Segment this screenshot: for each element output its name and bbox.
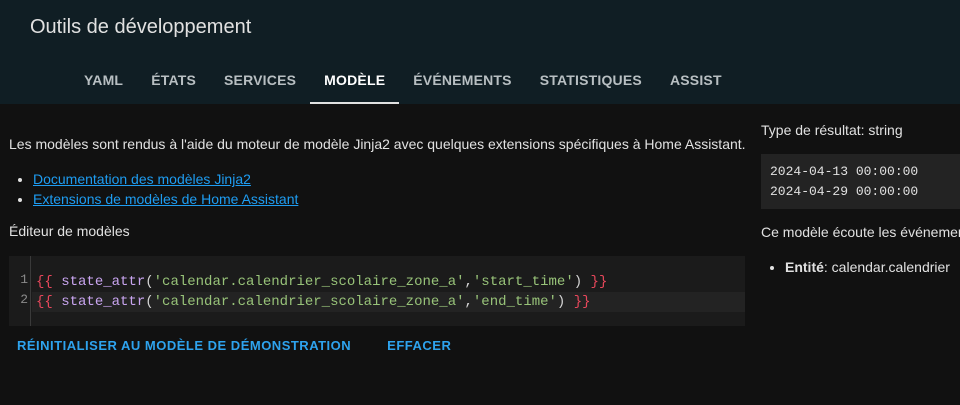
result-line: 2024-04-13 00:00:00 <box>770 164 919 179</box>
clear-button[interactable]: EFFACER <box>379 332 459 359</box>
result-output: 2024-04-13 00:00:00 2024-04-29 00:00:00 <box>761 154 960 209</box>
list-item: Entité: calendar.calendrier <box>785 259 950 275</box>
tab-yaml[interactable]: YAML <box>70 56 137 104</box>
template-open-brace: {{ <box>36 294 53 310</box>
template-open-brace: {{ <box>36 274 53 290</box>
page-title: Outils de développement <box>30 16 252 38</box>
tab-assist[interactable]: ASSIST <box>656 56 736 104</box>
result-line: 2024-04-29 00:00:00 <box>770 184 919 199</box>
listened-entities: Entité: calendar.calendrier <box>785 259 950 275</box>
template-close-brace: }} <box>590 274 608 290</box>
string-arg: 'start_time' <box>472 274 574 290</box>
comma: , <box>464 294 473 310</box>
code-line[interactable]: {{ state_attr('calendar.calendrier_scola… <box>36 272 607 292</box>
tab-bar: YAML ÉTATS SERVICES MODÈLE ÉVÉNEMENTS ST… <box>70 56 736 104</box>
template-editor-panel: Les modèles sont rendus à l'aide du mote… <box>0 104 755 405</box>
result-type-label: Type de résultat: string <box>761 122 903 138</box>
tab-template[interactable]: MODÈLE <box>310 56 400 104</box>
jinja2-docs-link[interactable]: Documentation des modèles Jinja2 <box>33 171 251 187</box>
tab-states[interactable]: ÉTATS <box>137 56 210 104</box>
editor-heading: Éditeur de modèles <box>9 223 130 239</box>
line-number: 2 <box>20 292 28 307</box>
line-number: 1 <box>20 272 28 287</box>
reset-to-demo-button[interactable]: RÉINITIALISER AU MODÈLE DE DÉMONSTRATION <box>9 332 359 359</box>
code-line-active[interactable]: {{ state_attr('calendar.calendrier_scola… <box>32 292 745 312</box>
top-app-bar: Outils de développement YAML ÉTATS SERVI… <box>0 0 960 104</box>
comma: , <box>464 274 473 290</box>
documentation-links: Documentation des modèles Jinja2 Extensi… <box>33 169 298 209</box>
entity-label: Entité <box>785 259 824 275</box>
line-number-gutter: 1 2 <box>9 256 31 326</box>
editor-actions: RÉINITIALISER AU MODÈLE DE DÉMONSTRATION… <box>9 332 459 359</box>
paren: ( <box>145 294 154 310</box>
paren: ) <box>556 294 566 310</box>
intro-text: Les modèles sont rendus à l'aide du mote… <box>9 136 746 152</box>
result-panel: Type de résultat: string 2024-04-13 00:0… <box>755 104 960 405</box>
tab-events[interactable]: ÉVÉNEMENTS <box>399 56 525 104</box>
paren: ( <box>145 274 154 290</box>
ha-extensions-link[interactable]: Extensions de modèles de Home Assistant <box>33 191 298 207</box>
code-editor[interactable]: 1 2 {{ state_attr('calendar.calendrier_s… <box>9 256 745 326</box>
template-close-brace: }} <box>573 294 591 310</box>
entity-value: : calendar.calendrier <box>823 259 950 275</box>
string-arg: 'end_time' <box>472 294 557 310</box>
tab-statistics[interactable]: STATISTIQUES <box>526 56 656 104</box>
tab-services[interactable]: SERVICES <box>210 56 310 104</box>
list-item: Extensions de modèles de Home Assistant <box>33 189 298 209</box>
string-arg: 'calendar.calendrier_scolaire_zone_a' <box>153 274 465 290</box>
paren: ) <box>573 274 583 290</box>
function-name: state_attr <box>61 274 146 290</box>
listeners-heading: Ce modèle écoute les événemer <box>761 224 960 240</box>
list-item: Documentation des modèles Jinja2 <box>33 169 298 189</box>
string-arg: 'calendar.calendrier_scolaire_zone_a' <box>153 294 465 310</box>
function-name: state_attr <box>61 294 146 310</box>
